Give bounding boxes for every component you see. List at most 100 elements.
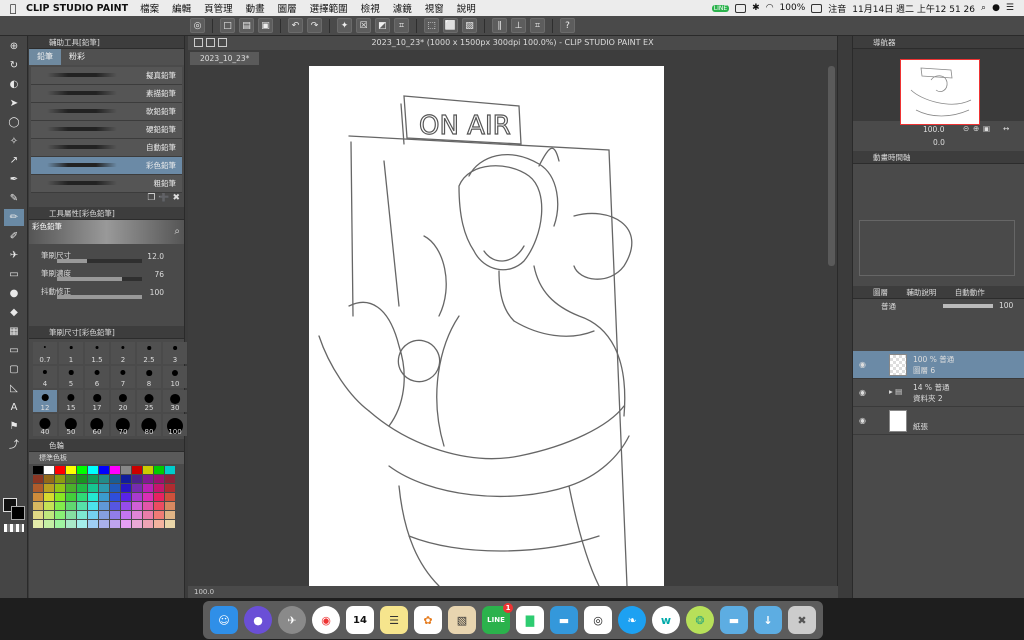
palette-color-swatch[interactable] [121,493,131,501]
launchpad-icon[interactable]: ✈ [278,606,306,634]
zoom-tool-icon[interactable]: ⊕ [4,38,24,55]
navigator-header[interactable]: 導航器 [853,36,1024,49]
menu-help[interactable]: 說明 [457,1,476,15]
folder-icon[interactable]: ▬ [720,606,748,634]
palette-color-swatch[interactable] [110,511,120,519]
layer-row[interactable]: ◉ ▸ ▤ 14 % 普通 資料夾 2 [853,379,1024,407]
palette-color-swatch[interactable] [165,475,175,483]
figure-tool-icon[interactable]: ▭ [4,342,24,359]
lime-icon[interactable]: ❂ [686,606,714,634]
tab-assist[interactable]: 輔助說明 [906,288,936,297]
document-tab[interactable]: 2023_10_23* [190,52,260,65]
menu-window[interactable]: 視窗 [425,1,444,15]
palette-color-swatch[interactable] [33,520,43,528]
palette-color-swatch[interactable] [66,466,76,474]
palette-color-swatch[interactable] [44,502,54,510]
palette-color-swatch[interactable] [99,520,109,528]
layer-row[interactable]: ◉ 紙張 [853,407,1024,435]
palette-color-swatch[interactable] [77,511,87,519]
notes-icon[interactable]: ☰ [380,606,408,634]
menu-page[interactable]: 頁管理 [204,1,233,15]
palette-color-swatch[interactable] [99,475,109,483]
bluetooth-icon[interactable]: ✱ [752,3,760,13]
minimize-icon[interactable] [206,38,215,47]
prop-brush-density[interactable]: 筆刷濃度 76 [29,266,184,284]
battery-icon[interactable] [811,3,823,13]
brush-item[interactable]: 粗鉛筆 [31,175,182,193]
balloon-tool-icon[interactable]: ⚑ [4,418,24,435]
palette-color-swatch[interactable] [55,502,65,510]
palette-color-swatch[interactable] [154,466,164,474]
palette-color-swatch[interactable] [44,466,54,474]
brush-tool-icon[interactable]: ✐ [4,228,24,245]
brush-size-option[interactable]: 7 [111,366,135,388]
crop-icon[interactable]: ⌗ [394,18,409,33]
palette-color-swatch[interactable] [132,475,142,483]
prop-value[interactable]: 100 [150,288,164,297]
palette-color-swatch[interactable] [88,475,98,483]
eyedropper-tool-icon[interactable]: ◐ [4,76,24,93]
input-method[interactable]: 注音 [828,2,846,15]
brush-item[interactable]: 軟鉛鉛筆 [31,103,182,121]
brush-size-option[interactable]: 70 [111,414,135,436]
palette-color-swatch[interactable] [66,493,76,501]
zoom-in-icon[interactable]: ⊕ [973,124,979,133]
palette-color-swatch[interactable] [66,511,76,519]
frame-tool-icon[interactable]: ▢ [4,361,24,378]
downloads-icon[interactable]: ↓ [754,606,782,634]
blend-tool-icon[interactable]: ● [4,285,24,302]
fit-icon[interactable]: ▣ [983,124,990,133]
palette-color-swatch[interactable] [132,520,142,528]
palette-color-swatch[interactable] [99,502,109,510]
menu-view[interactable]: 檢視 [361,1,380,15]
display-icon[interactable] [735,3,747,13]
palette-color-swatch[interactable] [132,493,142,501]
folder-icon[interactable]: ▸ ▤ [889,387,902,396]
duplicate-icon[interactable]: ❐ [147,193,155,203]
pen-tool-icon[interactable]: ✒ [4,171,24,188]
brush-size-option[interactable]: 30 [163,390,187,412]
trash-icon[interactable]: ✖ [788,606,816,634]
palette-color-swatch[interactable] [154,502,164,510]
palette-color-swatch[interactable] [55,484,65,492]
palette-color-swatch[interactable] [99,493,109,501]
palette-color-swatch[interactable] [33,493,43,501]
palette-color-swatch[interactable] [165,502,175,510]
brush-size-option[interactable]: 0.7 [33,342,57,364]
nav-zoom-value[interactable]: 100.0 [923,125,944,134]
lasso-tool-icon[interactable]: ◯ [4,114,24,131]
palette-color-swatch[interactable] [110,520,120,528]
flip-icon[interactable]: ↔ [1003,124,1009,133]
palette-color-swatch[interactable] [143,520,153,528]
prop-brush-size[interactable]: 筆刷尺寸 12.0 [29,248,184,266]
palette-color-swatch[interactable] [77,466,87,474]
prop-stabilization[interactable]: 抖動修正 100 [29,284,184,302]
brush-size-option[interactable]: 12 [33,390,57,412]
palette-color-swatch[interactable] [55,511,65,519]
ruler-tool-icon[interactable]: ◺ [4,380,24,397]
clock[interactable]: 11月14日 週二 上午12 51 26 [852,2,975,15]
twitter-icon[interactable]: ❧ [618,606,646,634]
palette-color-swatch[interactable] [132,466,142,474]
fill-icon[interactable]: ◩ [375,18,390,33]
help-icon[interactable]: ? [560,18,575,33]
palette-color-swatch[interactable] [99,466,109,474]
palette-color-swatch[interactable] [110,475,120,483]
ruler-snap-icon[interactable]: ∥ [492,18,507,33]
tab-auto-actions[interactable]: 自動動作 [955,288,985,297]
keynote-icon[interactable]: ▬ [550,606,578,634]
save-icon[interactable]: ▣ [258,18,273,33]
palette-color-swatch[interactable] [77,520,87,528]
menu-layer[interactable]: 圖層 [278,1,297,15]
preview-icon[interactable]: ▧ [448,606,476,634]
palette-color-swatch[interactable] [143,475,153,483]
photos-icon[interactable]: ✿ [414,606,442,634]
animation-header[interactable]: 動畫時間軸 [853,151,1024,164]
move-tool-icon[interactable]: ↻ [4,57,24,74]
magic-wand-icon[interactable]: ✧ [4,133,24,150]
palette-color-swatch[interactable] [143,466,153,474]
palette-color-swatch[interactable] [154,484,164,492]
palette-color-swatch[interactable] [110,493,120,501]
app-name[interactable]: CLIP STUDIO PAINT [26,3,128,14]
trash-icon[interactable]: ✖ [172,193,180,203]
